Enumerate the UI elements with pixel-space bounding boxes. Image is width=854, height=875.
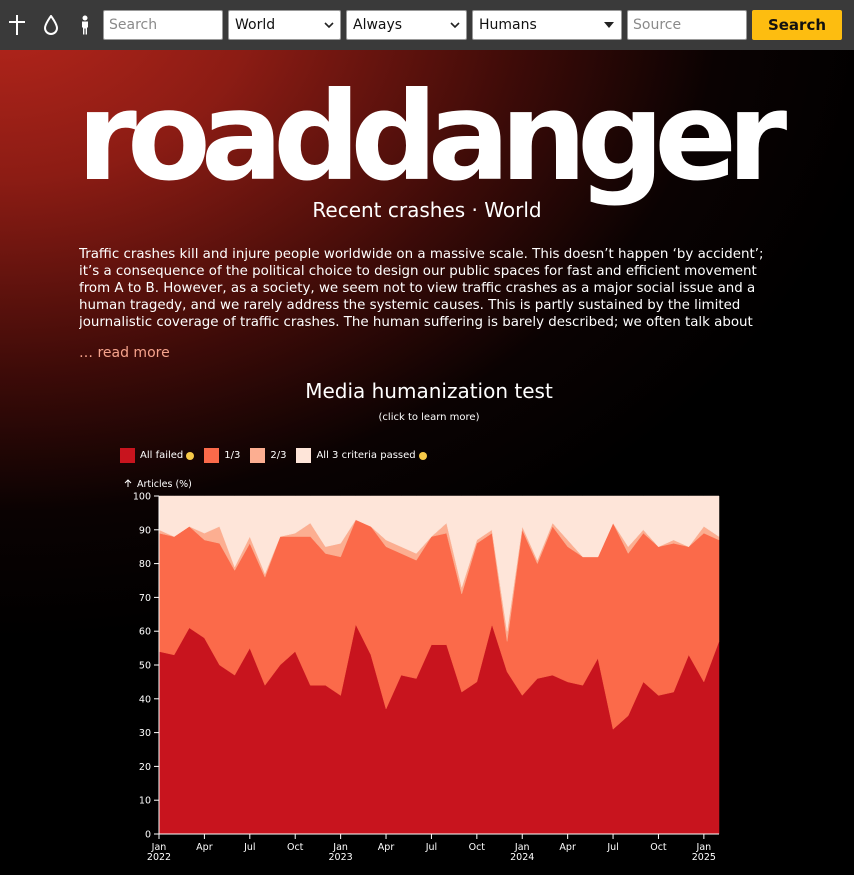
chevron-down-icon [324,22,334,29]
y-tick-label: 30 [139,728,151,739]
y-tick-label: 50 [139,661,151,672]
search-input[interactable] [103,10,223,40]
period-select-value: Always [353,17,403,33]
chart-learn-more-link[interactable]: (click to learn more) [0,412,854,423]
x-tick-label: Jul [243,842,255,853]
page-subtitle: Recent crashes · World [312,198,542,222]
drop-icon[interactable] [34,0,68,50]
triangle-down-icon [604,22,614,28]
x-tick-label: Oct [469,842,486,853]
x-tick-label: Oct [650,842,667,853]
period-select[interactable]: Always [346,10,467,40]
y-tick-label: 70 [139,593,151,604]
chart-legend: All failed 1/3 2/3 All 3 criteria passed [120,448,437,463]
x-tick-label: Apr [559,842,576,853]
y-tick-label: 0 [145,830,151,841]
legend-item-one-third: 1/3 [204,448,240,463]
legend-item-all-passed: All 3 criteria passed [296,448,427,463]
y-tick-label: 60 [139,627,151,638]
y-tick-label: 90 [139,525,151,536]
x-tick-label: Apr [196,842,213,853]
humanization-area-chart[interactable]: Articles (%) 0102030405060708090100 Jan2… [0,470,854,870]
read-more-link[interactable]: … read more [79,345,170,361]
x-tick-year-label: 2024 [510,852,534,863]
region-select[interactable]: World [228,10,341,40]
x-tick-label: Apr [378,842,395,853]
legend-label: All 3 criteria passed [316,450,416,461]
y-axis-label-group: Articles (%) [124,479,192,490]
x-tick-label: Jul [606,842,618,853]
legend-item-all-failed: All failed [120,448,195,463]
y-tick-label: 10 [139,796,151,807]
subject-select[interactable]: Humans [472,10,622,40]
y-tick-label: 40 [139,694,151,705]
x-tick-year-label: 2023 [329,852,353,863]
search-button[interactable]: Search [752,10,842,40]
sad-face-icon [186,451,195,460]
x-tick-year-label: 2025 [692,852,716,863]
legend-label: 2/3 [270,450,287,461]
legend-label: 1/3 [224,450,241,461]
intro-text: Traffic crashes kill and injure people w… [79,247,764,330]
legend-swatch [204,448,220,463]
source-input[interactable] [627,10,747,40]
person-icon[interactable] [68,0,102,50]
legend-swatch [120,448,135,463]
legend-swatch [250,448,266,463]
cross-icon[interactable] [0,0,34,50]
region-select-value: World [235,17,276,33]
subject-select-value: Humans [479,17,537,33]
x-tick-year-label: 2022 [147,852,171,863]
site-logo[interactable]: roaddanger [0,72,854,202]
y-tick-label: 100 [133,492,151,503]
arrow-up-icon [124,479,132,487]
chevron-down-icon [450,22,460,29]
x-tick-label: Jul [425,842,437,853]
legend-item-two-thirds: 2/3 [250,448,286,463]
y-axis-label: Articles (%) [137,479,192,490]
y-tick-label: 80 [139,559,151,570]
y-tick-label: 20 [139,762,151,773]
legend-swatch [296,448,312,463]
top-bar: World Always Humans Search [0,0,854,50]
x-tick-label: Oct [287,842,304,853]
chart-title[interactable]: Media humanization test [0,379,854,403]
happy-face-icon [418,451,427,460]
legend-label: All failed [140,450,184,461]
